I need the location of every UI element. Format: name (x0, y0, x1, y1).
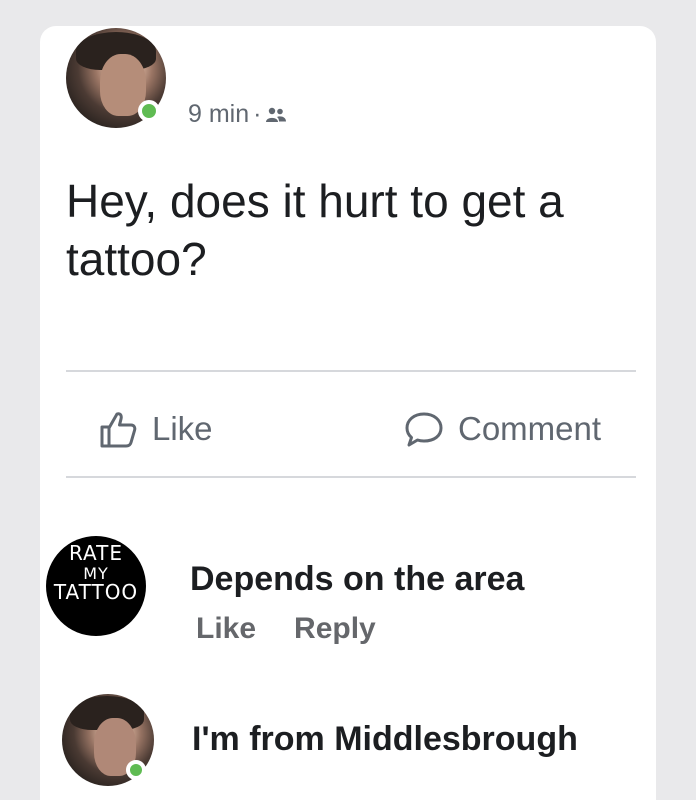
comment-actions: Like Reply (196, 612, 376, 646)
divider-top (66, 370, 636, 372)
comment-text: Depends on the area (190, 560, 525, 598)
post-time[interactable]: 9 min (188, 100, 249, 129)
post-text-line-2: tattoo? (66, 233, 207, 285)
comment-label: Comment (458, 410, 602, 447)
avatar-text-line-3: TATTOO (53, 580, 139, 604)
online-status-indicator (138, 100, 160, 122)
thumbs-up-icon (100, 412, 137, 448)
reply-text: I'm from Middlesbrough (192, 720, 578, 758)
online-status-indicator (126, 760, 146, 780)
friends-icon (266, 107, 287, 122)
post-text-line-1: Hey, does it hurt to get a (66, 175, 564, 227)
speech-bubble-icon (405, 412, 443, 447)
comment-like-button[interactable]: Like (196, 612, 256, 646)
rate-my-tattoo-avatar[interactable]: RATE MY TATTOO (46, 536, 146, 636)
post-text: Hey, does it hurt to get a tattoo? (66, 172, 646, 288)
like-button[interactable]: Like (96, 406, 213, 452)
comment-button[interactable]: Comment (402, 406, 601, 452)
divider-bottom (66, 476, 636, 478)
comment-reply-button[interactable]: Reply (294, 612, 376, 646)
post-meta: 9 min · (188, 100, 287, 129)
avatar-text-line-1: RATE (68, 541, 124, 565)
meta-separator: · (253, 100, 262, 128)
like-label: Like (152, 410, 213, 447)
